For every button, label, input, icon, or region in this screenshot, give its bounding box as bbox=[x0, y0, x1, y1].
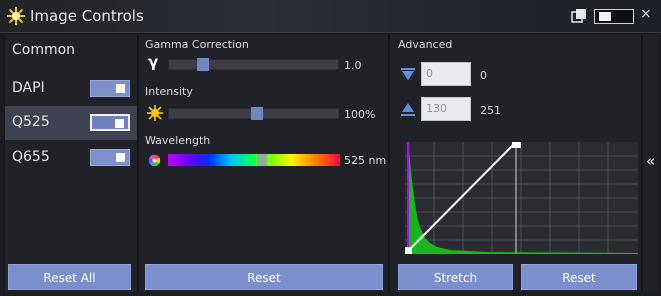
channel-label: Q525 bbox=[12, 114, 50, 130]
gamma-slider-thumb[interactable] bbox=[197, 58, 209, 71]
toggle-knob bbox=[116, 153, 125, 162]
histogram-curve-graph[interactable] bbox=[405, 142, 638, 254]
toggle-knob bbox=[116, 84, 125, 93]
black-point-icon bbox=[401, 68, 415, 80]
color-wheel-icon bbox=[148, 154, 161, 167]
channel-row-q655[interactable]: Q655 bbox=[5, 141, 137, 175]
wavelength-value: 525 nm bbox=[344, 154, 387, 167]
advanced-label: Advanced bbox=[398, 38, 453, 51]
intensity-label: Intensity bbox=[145, 85, 193, 98]
white-point-readout: 251 bbox=[480, 104, 501, 117]
stretch-button[interactable]: Stretch bbox=[398, 264, 513, 290]
white-point-input[interactable]: 130 bbox=[421, 97, 471, 121]
collapse-rail[interactable]: « bbox=[643, 34, 657, 292]
channel-toggle-q655[interactable] bbox=[90, 149, 130, 166]
black-point-input[interactable]: 0 bbox=[421, 62, 471, 86]
intensity-slider-thumb[interactable] bbox=[251, 107, 263, 120]
expand-icon[interactable]: « bbox=[646, 152, 655, 170]
channel-toggle-dapi[interactable] bbox=[90, 80, 130, 97]
gamma-label: Gamma Correction bbox=[145, 38, 249, 51]
gamma-value: 1.0 bbox=[344, 59, 362, 72]
white-point-handle bbox=[512, 142, 521, 148]
wavelength-spectrum-slider[interactable] bbox=[168, 154, 340, 166]
wavelength-label: Wavelength bbox=[145, 134, 211, 147]
white-point-icon bbox=[401, 103, 415, 116]
gamma-symbol: γ bbox=[148, 53, 159, 71]
restore-window-icon[interactable] bbox=[571, 8, 587, 24]
close-icon[interactable]: × bbox=[640, 6, 652, 22]
transfer-curve bbox=[407, 142, 517, 252]
sun-icon bbox=[147, 105, 163, 121]
toggle-knob bbox=[115, 119, 124, 128]
reset-button[interactable]: Reset bbox=[145, 264, 383, 290]
channel-row-q525[interactable]: Q525 bbox=[5, 106, 137, 140]
black-point-readout: 0 bbox=[480, 69, 487, 82]
histogram-area bbox=[407, 150, 638, 254]
advanced-reset-button[interactable]: Reset bbox=[521, 264, 637, 290]
wavelength-slider-thumb[interactable] bbox=[257, 154, 267, 166]
reset-all-button[interactable]: Reset All bbox=[8, 264, 131, 290]
black-point-handle bbox=[405, 247, 412, 254]
window-title: Image Controls bbox=[30, 7, 144, 25]
window-toggle[interactable] bbox=[594, 9, 634, 24]
channel-label: DAPI bbox=[12, 80, 45, 96]
advanced-panel: Advanced 0 0 130 251 Stretch Reset bbox=[390, 34, 641, 292]
title-bar: Image Controls × bbox=[0, 0, 661, 33]
intensity-slider[interactable] bbox=[168, 107, 339, 120]
controls-panel: Gamma Correction γ 1.0 Intensity 100% Wa… bbox=[139, 34, 388, 292]
gamma-slider[interactable] bbox=[168, 58, 339, 71]
channel-label: Q655 bbox=[12, 149, 50, 165]
common-header: Common bbox=[12, 42, 76, 58]
channel-row-dapi[interactable]: DAPI bbox=[5, 72, 137, 106]
channel-panel: Common DAPI Q525 Q655 Reset All bbox=[5, 34, 137, 292]
toggle-knob bbox=[599, 12, 611, 21]
intensity-value: 100% bbox=[344, 108, 376, 121]
sun-star-icon bbox=[7, 7, 25, 25]
channel-toggle-q525[interactable] bbox=[90, 114, 130, 131]
